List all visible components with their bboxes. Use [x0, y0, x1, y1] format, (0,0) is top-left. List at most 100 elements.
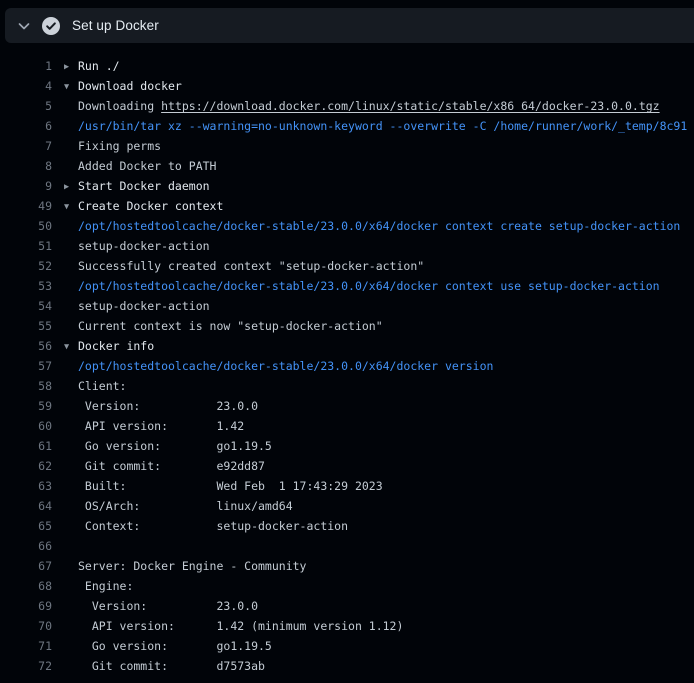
line-number[interactable]: 7 [0, 136, 52, 156]
log-line-54: 54 setup-docker-action [0, 296, 694, 316]
log-line-55: 55 Current context is now "setup-docker-a… [0, 316, 694, 336]
log-line-4[interactable]: 4 ▼Download docker [0, 76, 694, 96]
log-line-content: Built: Wed Feb 1 17:43:29 2023 [64, 476, 383, 496]
log-text: API version: 1.42 (minimum version 1.12) [78, 619, 403, 633]
log-text: Version: 23.0.0 [78, 399, 258, 413]
log-line-content: API version: 1.42 (minimum version 1.12) [64, 616, 403, 636]
log-text: Client: [78, 379, 126, 393]
line-number[interactable]: 64 [0, 496, 52, 516]
line-number[interactable]: 4 [0, 76, 52, 96]
log-line-content: setup-docker-action [64, 296, 210, 316]
triangle-right-icon[interactable]: ▶ [64, 57, 78, 76]
triangle-down-icon[interactable]: ▼ [64, 337, 78, 356]
line-number[interactable]: 72 [0, 656, 52, 676]
line-number[interactable]: 62 [0, 456, 52, 476]
log-line-content: Downloading https://download.docker.com/… [64, 96, 660, 116]
download-url-link[interactable]: https://download.docker.com/linux/static… [161, 99, 660, 113]
log-line-63: 63 Built: Wed Feb 1 17:43:29 2023 [0, 476, 694, 496]
line-number[interactable]: 5 [0, 96, 52, 116]
line-number[interactable]: 51 [0, 236, 52, 256]
line-number[interactable]: 65 [0, 516, 52, 536]
line-number[interactable]: 9 [0, 176, 52, 196]
log-line-content: Client: [64, 376, 126, 396]
chevron-down-icon[interactable] [16, 18, 32, 34]
log-line-71: 71 Go version: go1.19.5 [0, 636, 694, 656]
group-title: Download docker [78, 79, 182, 93]
log-text: setup-docker-action [78, 239, 210, 253]
log-line-49[interactable]: 49 ▼Create Docker context [0, 196, 694, 216]
line-number[interactable]: 6 [0, 116, 52, 136]
line-number[interactable]: 49 [0, 196, 52, 216]
line-number[interactable]: 59 [0, 396, 52, 416]
log-line-7: 7 Fixing perms [0, 136, 694, 156]
log-text: setup-docker-action [78, 299, 210, 313]
log-line-content: /opt/hostedtoolcache/docker-stable/23.0.… [64, 276, 660, 296]
check-circle-icon [42, 17, 60, 35]
group-title: Create Docker context [78, 199, 223, 213]
log-line-6: 6/usr/bin/tar xz --warning=no-unknown-ke… [0, 116, 694, 136]
log-line-61: 61 Go version: go1.19.5 [0, 436, 694, 456]
log-line-66: 66 [0, 536, 694, 556]
log-line-content: Git commit: e92dd87 [64, 456, 265, 476]
step-title: Set up Docker [72, 19, 159, 33]
log-line-5: 5 Downloading https://download.docker.com… [0, 96, 694, 116]
line-number[interactable]: 66 [0, 536, 52, 556]
log-line-62: 62 Git commit: e92dd87 [0, 456, 694, 476]
log-text: Go version: go1.19.5 [78, 439, 272, 453]
line-number[interactable]: 61 [0, 436, 52, 456]
line-number[interactable]: 50 [0, 216, 52, 236]
log-line-content: Git commit: d7573ab [64, 656, 265, 676]
line-number[interactable]: 54 [0, 296, 52, 316]
line-number[interactable]: 69 [0, 596, 52, 616]
log-line-content: setup-docker-action [64, 236, 210, 256]
log-text: Git commit: d7573ab [78, 659, 265, 673]
log-line-64: 64 OS/Arch: linux/amd64 [0, 496, 694, 516]
log-text: Engine: [78, 579, 133, 593]
line-number[interactable]: 53 [0, 276, 52, 296]
log-text: Fixing perms [78, 139, 161, 153]
triangle-down-icon[interactable]: ▼ [64, 197, 78, 216]
group-title: Start Docker daemon [78, 179, 210, 193]
line-number[interactable]: 68 [0, 576, 52, 596]
log-line-70: 70 API version: 1.42 (minimum version 1.… [0, 616, 694, 636]
log-line-content: Fixing perms [64, 136, 161, 156]
line-number[interactable]: 8 [0, 156, 52, 176]
log-text: Context: setup-docker-action [78, 519, 348, 533]
line-number[interactable]: 57 [0, 356, 52, 376]
log-line-content: Go version: go1.19.5 [64, 636, 272, 656]
line-number[interactable]: 70 [0, 616, 52, 636]
log-text: Downloading [78, 99, 161, 113]
line-number[interactable]: 55 [0, 316, 52, 336]
triangle-down-icon[interactable]: ▼ [64, 77, 78, 96]
log-line-content: Current context is now "setup-docker-act… [64, 316, 383, 336]
group-header-content: ▼Download docker [64, 76, 182, 96]
log-line-56[interactable]: 56 ▼Docker info [0, 336, 694, 356]
log-line-content: Version: 23.0.0 [64, 596, 258, 616]
log-line-8: 8 Added Docker to PATH [0, 156, 694, 176]
line-number[interactable]: 56 [0, 336, 52, 356]
log-line-50: 50/opt/hostedtoolcache/docker-stable/23.… [0, 216, 694, 236]
line-number[interactable]: 52 [0, 256, 52, 276]
line-number[interactable]: 67 [0, 556, 52, 576]
log-line-content: /opt/hostedtoolcache/docker-stable/23.0.… [64, 216, 680, 236]
group-title: Docker info [78, 339, 154, 353]
log-line-57: 57/opt/hostedtoolcache/docker-stable/23.… [0, 356, 694, 376]
log-line-9[interactable]: 9 ▶Start Docker daemon [0, 176, 694, 196]
step-header[interactable]: Set up Docker [5, 8, 694, 43]
triangle-right-icon[interactable]: ▶ [64, 177, 78, 196]
log-text: API version: 1.42 [78, 419, 244, 433]
line-number[interactable]: 71 [0, 636, 52, 656]
group-header-content: ▼Create Docker context [64, 196, 223, 216]
log-line-content: Added Docker to PATH [64, 156, 216, 176]
log-lines: 1▶Run ./4▼Download docker5Downloading ht… [0, 43, 694, 676]
line-number[interactable]: 60 [0, 416, 52, 436]
log-line-68: 68 Engine: [0, 576, 694, 596]
log-line-53: 53/opt/hostedtoolcache/docker-stable/23.… [0, 276, 694, 296]
line-number[interactable]: 63 [0, 476, 52, 496]
line-number[interactable]: 58 [0, 376, 52, 396]
log-line-1[interactable]: 1▶Run ./ [0, 56, 694, 76]
command-text: /usr/bin/tar xz --warning=no-unknown-key… [78, 119, 687, 133]
line-number[interactable]: 1 [0, 56, 52, 76]
log-line-60: 60 API version: 1.42 [0, 416, 694, 436]
log-line-content: Engine: [64, 576, 133, 596]
